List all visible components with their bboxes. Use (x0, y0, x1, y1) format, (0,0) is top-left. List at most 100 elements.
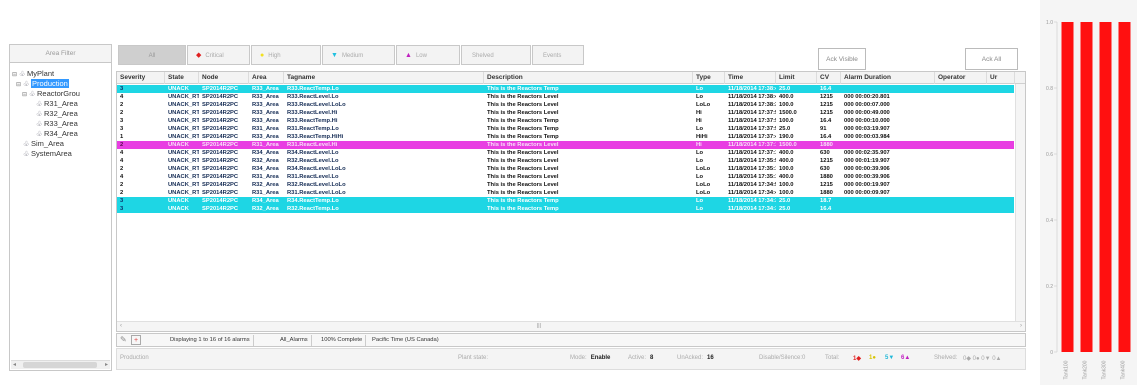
tree-node[interactable]: ⊟ ♧ Production (16, 79, 69, 89)
cell-sev: 2 (120, 102, 124, 108)
tab-label: High (268, 53, 281, 59)
alarm-row[interactable]: 3 UNACK SP2014R2PC R33_Area R33.ReactTemp.Lo… (117, 85, 1014, 93)
cell-tag: R32.ReactLevel.Lo (287, 158, 339, 164)
scroll-right-arrow-icon[interactable]: ▸ (105, 361, 108, 368)
column-header[interactable]: State (165, 72, 199, 84)
y-tick-label: 0.8 (1046, 86, 1053, 92)
cell-time: 11/18/2014 17:34:51 (728, 182, 776, 188)
cell-ur (987, 149, 1015, 157)
cell-tag: R33.ReactLevel.Lo (287, 94, 339, 100)
alarm-row[interactable]: 2 UNACK_RTNSP2014R2PC R33_Area R33.ReactLev… (117, 101, 1014, 109)
cell-ur (987, 189, 1015, 197)
tree-node[interactable]: ♧ Sim_Area (16, 139, 64, 149)
grid-vertical-scrollbar[interactable] (1015, 84, 1025, 321)
tank-level-bar-chart: 1.0 0.8 0.6 0.4 0.2 0 Tank100 Tank200 Tank300 Tan… (1040, 0, 1137, 385)
current-area: Production (120, 355, 149, 361)
alarm-row[interactable]: 4 UNACK_RTNSP2014R2PC R34_Area R34.ReactLev… (117, 149, 1014, 157)
cell-op (935, 109, 987, 117)
column-header[interactable]: Tagname (284, 72, 484, 84)
column-header[interactable]: Severity (117, 72, 165, 84)
cell-op (935, 197, 987, 205)
scroll-left-arrow-icon[interactable]: ‹ (120, 323, 122, 329)
tab-critical[interactable]: ◆ Critical (187, 45, 250, 65)
alarm-row[interactable]: 3 UNACK_RTNSP2014R2PC R31_Area R31.ReactTem… (117, 125, 1014, 133)
cell-dur: 000 00:00:20.801 (844, 94, 890, 100)
column-header[interactable]: Node (199, 72, 249, 84)
cell-state: UNACK (168, 198, 189, 204)
unacked-value: 16 (707, 355, 714, 361)
collapse-icon[interactable]: ⊟ (22, 90, 29, 100)
tree-node[interactable]: ♧ R34_Area (29, 129, 78, 139)
tab-events[interactable]: Events (532, 45, 584, 65)
tree-node-label: R34_Area (44, 129, 78, 138)
alarm-row[interactable]: 1 UNACK_RTNSP2014R2PC R33_Area R33.ReactTem… (117, 133, 1014, 141)
cell-sev: 3 (120, 118, 124, 124)
cell-time: 11/18/2014 17:35:11 (728, 174, 776, 180)
ack-all-button[interactable]: Ack All (965, 48, 1018, 70)
cell-time: 11/18/2014 17:37:51 (728, 126, 776, 132)
scroll-right-arrow-icon[interactable]: › (1020, 323, 1022, 329)
cell-op (935, 117, 987, 125)
tab-medium[interactable]: ▼ Medium (322, 45, 395, 65)
add-icon[interactable]: + (131, 335, 141, 345)
column-header[interactable]: Alarm Duration (841, 72, 935, 84)
active-label: Active: (628, 355, 647, 361)
area-filter-button[interactable]: Area Filter (10, 45, 111, 63)
cell-cv: 630 (820, 150, 830, 156)
alarm-row[interactable]: 2 UNACK_RTNSP2014R2PC R32_Area R32.ReactLev… (117, 181, 1014, 189)
cell-limit: 400.0 (779, 174, 794, 180)
cell-ur (987, 165, 1015, 173)
scroll-left-arrow-icon[interactable]: ◂ (13, 361, 16, 368)
tree-node[interactable]: ♧ R33_Area (29, 119, 78, 129)
scroll-thumb[interactable] (23, 362, 97, 368)
alarm-row[interactable]: 2 UNACK SP2014R2PC R31_Area R31.ReactLevel.H… (117, 141, 1014, 149)
scroll-grip-icon[interactable]: ||| (537, 323, 541, 329)
cell-time: 11/18/2014 17:38:41 (728, 94, 776, 100)
column-header[interactable]: Area (249, 72, 284, 84)
alarm-row[interactable]: 2 UNACK_RTNSP2014R2PC R31_Area R31.ReactLev… (117, 189, 1014, 197)
tree-node[interactable]: ⊟ ♧ MyPlant (12, 69, 54, 79)
cell-cv: 91 (820, 126, 827, 132)
cell-type: Lo (696, 150, 704, 156)
tree-node[interactable]: ♧ R31_Area (29, 99, 78, 109)
alarm-row[interactable]: 3 UNACK_RTNSP2014R2PC R33_Area R33.ReactTem… (117, 117, 1014, 125)
alarm-row[interactable]: 4 UNACK_RTNSP2014R2PC R31_Area R31.ReactLev… (117, 173, 1014, 181)
ack-visible-button[interactable]: Ack Visible (818, 48, 866, 70)
column-header[interactable]: Ur (987, 72, 1015, 84)
column-header[interactable]: Type (693, 72, 725, 84)
cell-type: Lo (696, 174, 704, 180)
plant-state-label: Plant state: (458, 355, 489, 361)
cell-sev: 2 (120, 110, 124, 116)
alarm-row[interactable]: 4 UNACK_RTNSP2014R2PC R33_Area R33.ReactLev… (117, 93, 1014, 101)
tree-horizontal-scrollbar[interactable]: ◂ ▸ (11, 360, 110, 369)
tab-label: Critical (205, 53, 224, 59)
area-tree-panel: Area Filter ⊟ ♧ MyPlant ⊟ ♧ Production ⊟ ♧ React… (9, 44, 112, 371)
alarm-row[interactable]: 2 UNACK_RTNSP2014R2PC R34_Area R34.ReactLev… (117, 165, 1014, 173)
tree-node[interactable]: ♧ R32_Area (29, 109, 78, 119)
tree-node[interactable]: ⊟ ♧ ReactorGrou (22, 89, 80, 99)
cell-tag: R34.ReactLevel.Lo (287, 150, 339, 156)
tab-low[interactable]: ▲ Low (396, 45, 460, 65)
column-header[interactable]: Limit (776, 72, 817, 84)
tab-label: All (148, 53, 156, 59)
column-header[interactable]: Operator (935, 72, 987, 84)
pencil-icon[interactable]: ✎ (120, 335, 127, 344)
alarm-row[interactable]: 4 UNACK_RTNSP2014R2PC R32_Area R32.ReactLev… (117, 157, 1014, 165)
alarm-row[interactable]: 3 UNACK SP2014R2PC R32_Area R32.ReactTemp.Lo… (117, 205, 1014, 213)
cell-node: SP2014R2PC (202, 150, 239, 156)
column-header[interactable]: CV (817, 72, 841, 84)
cell-time: 11/18/2014 17:38:47 (728, 86, 776, 92)
column-header[interactable]: Description (484, 72, 693, 84)
tab-shelved[interactable]: Shelved (461, 45, 531, 65)
alarm-row[interactable]: 2 UNACK_RTNSP2014R2PC R33_Area R33.ReactLev… (117, 109, 1014, 117)
tree-node-label: ReactorGrou (37, 89, 80, 98)
cell-node: SP2014R2PC (202, 94, 239, 100)
tab-high[interactable]: ● High (251, 45, 321, 65)
grid-horizontal-scrollbar[interactable]: ‹ ||| › (117, 321, 1025, 331)
alarm-row[interactable]: 3 UNACK SP2014R2PC R34_Area R34.ReactTemp.Lo… (117, 197, 1014, 205)
column-header[interactable]: Time (725, 72, 776, 84)
tab-all[interactable]: All (118, 45, 186, 65)
tree-node[interactable]: ♧ SystemArea (16, 149, 72, 159)
cell-node: SP2014R2PC (202, 166, 239, 172)
cell-type: LoLo (696, 190, 711, 196)
